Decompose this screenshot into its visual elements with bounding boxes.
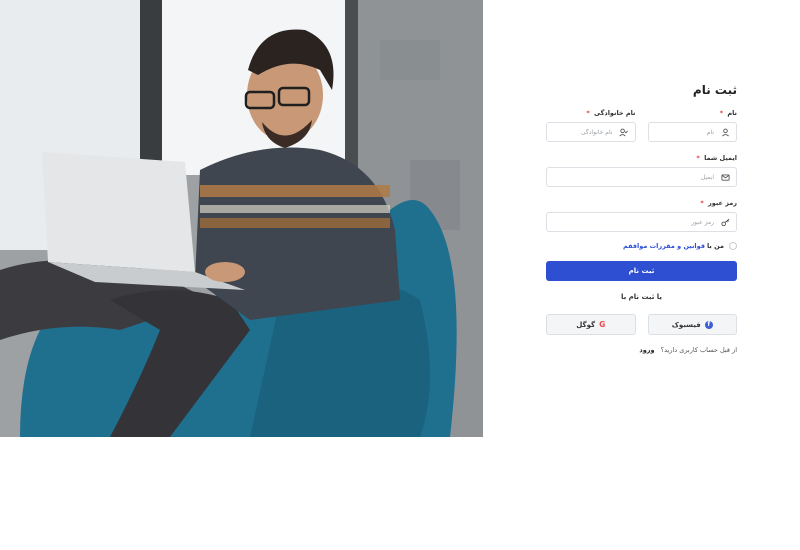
signup-form: ثبت نام نام * نام خانوادگی * <box>546 80 737 355</box>
terms-checkbox-row[interactable]: من با قوانین و مقررات موافقم <box>546 241 737 251</box>
hero-image <box>0 0 483 437</box>
facebook-label: فیسبوک <box>671 320 701 329</box>
email-label: ایمیل شما * <box>546 153 737 164</box>
signup-button[interactable]: ثبت نام <box>546 261 737 281</box>
google-label: گوگل <box>576 320 596 329</box>
email-field[interactable] <box>547 173 720 181</box>
last-name-group: نام خانوادگی * <box>546 108 636 142</box>
password-label-text: رمز عبور <box>708 199 737 207</box>
key-icon <box>720 217 730 227</box>
email-input-wrap[interactable] <box>546 167 737 187</box>
first-name-label: نام * <box>648 108 737 119</box>
first-name-input-wrap[interactable] <box>647 122 737 142</box>
required-mark: * <box>719 109 724 117</box>
user-check-icon <box>619 127 629 137</box>
terms-checkbox[interactable] <box>729 242 737 250</box>
facebook-icon: f <box>704 320 713 329</box>
first-name-group: نام * <box>647 108 737 142</box>
terms-prefix: من با <box>706 242 724 250</box>
name-row: نام * نام خانوادگی * <box>546 108 737 142</box>
google-icon: G <box>599 320 606 329</box>
last-name-label: نام خانوادگی * <box>546 108 636 119</box>
password-field[interactable] <box>547 218 720 226</box>
google-button[interactable]: G گوگل <box>546 314 636 335</box>
required-mark: * <box>586 109 590 117</box>
password-label: رمز عبور * <box>546 198 737 209</box>
last-name-label-text: نام خانوادگی <box>594 109 636 117</box>
first-name-input[interactable] <box>648 128 720 136</box>
last-name-input-wrap[interactable] <box>546 122 636 142</box>
hero-photo-illustration <box>0 0 483 437</box>
social-buttons: f فیسبوک G گوگل <box>546 314 737 335</box>
login-link[interactable]: ورود <box>639 346 654 354</box>
user-icon <box>720 127 730 137</box>
email-label-text: ایمیل شما <box>704 154 737 162</box>
signup-page: ثبت نام نام * نام خانوادگی * <box>0 0 800 550</box>
required-mark: * <box>696 154 700 162</box>
page-title: ثبت نام <box>692 83 737 97</box>
password-input-wrap[interactable] <box>546 212 737 232</box>
last-name-input[interactable] <box>547 128 619 136</box>
first-name-label-text: نام <box>727 109 737 117</box>
required-mark: * <box>700 199 704 207</box>
terms-link[interactable]: قوانین و مقررات موافقم <box>623 242 705 250</box>
login-prompt-text: از قبل حساب کاربری دارید؟ <box>660 346 737 354</box>
mail-icon <box>720 172 730 182</box>
facebook-button[interactable]: f فیسبوک <box>647 314 737 335</box>
or-signup-with: یا ثبت نام با <box>620 293 663 301</box>
login-prompt: از قبل حساب کاربری دارید؟ ورود <box>546 345 737 355</box>
